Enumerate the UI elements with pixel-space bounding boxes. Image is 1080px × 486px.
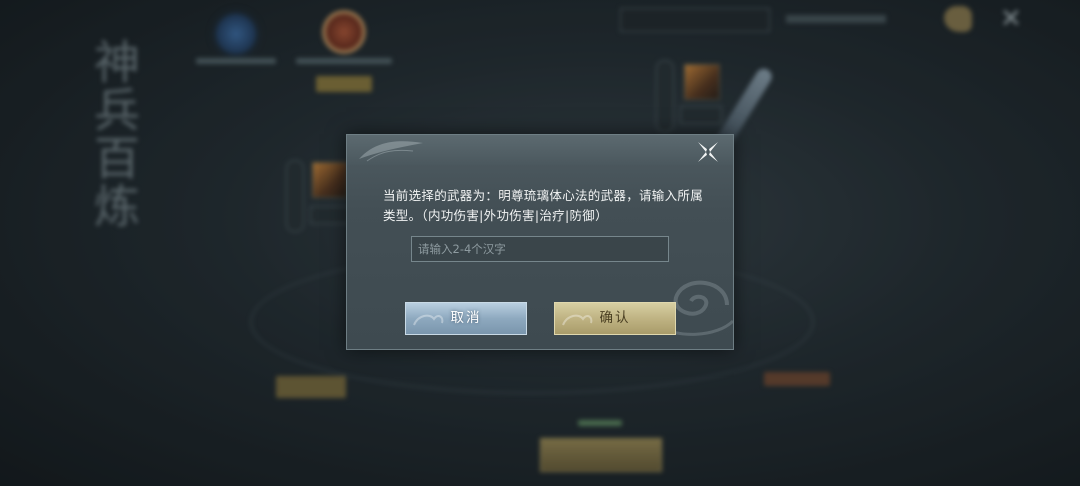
close-icon (698, 142, 718, 162)
cancel-button[interactable]: 取消 (405, 302, 527, 335)
confirm-button-label: 确认 (599, 310, 631, 326)
confirm-button[interactable]: 确认 (554, 302, 676, 335)
cancel-button-label: 取消 (450, 310, 482, 326)
cloud-decoration-icon (562, 314, 593, 326)
dialog-message: 当前选择的武器为：明尊琉璃体心法的武器，请输入所属类型。（内功伤害|外功伤害|治… (383, 188, 704, 223)
cloud-decoration-icon (413, 314, 444, 326)
game-screen: 神兵百炼 ✕ 当前选择的武器为：明尊琉璃体心法的武器，请输入所属类型。（内功伤害… (0, 0, 1080, 486)
weapon-type-dialog: 当前选择的武器为：明尊琉璃体心法的武器，请输入所属类型。（内功伤害|外功伤害|治… (346, 134, 734, 350)
leaf-decoration-icon (359, 141, 423, 162)
close-button[interactable] (695, 139, 721, 165)
weapon-type-input[interactable] (411, 236, 669, 262)
